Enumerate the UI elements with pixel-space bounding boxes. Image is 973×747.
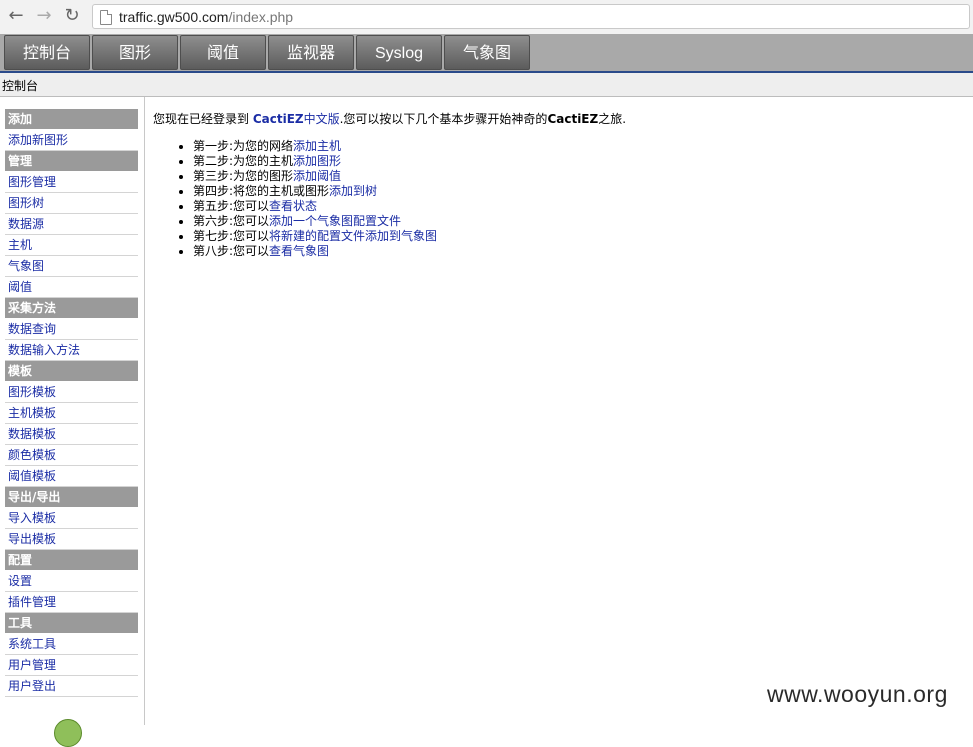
sidebar-item[interactable]: 阈值 [5,277,138,298]
step-item: 第七步:您可以将新建的配置文件添加到气象图 [193,229,626,244]
step-link[interactable]: 添加图形 [293,154,341,168]
tab-monitor[interactable]: 监视器 [268,35,354,70]
sidebar-item[interactable]: 颜色模板 [5,445,138,466]
sidebar-section-header: 采集方法 [5,298,138,318]
step-item: 第三步:为您的图形添加阈值 [193,169,626,184]
breadcrumb-label: 控制台 [2,79,39,93]
intro-text: 您现在已经登录到 CactiEZ中文版.您可以按以下几个基本步骤开始神奇的Cac… [153,112,627,126]
tab-syslog[interactable]: Syslog [356,35,442,70]
step-item: 第五步:您可以查看状态 [193,199,626,214]
sidebar-item[interactable]: 导入模板 [5,508,138,529]
breadcrumb: 控制台 [0,73,973,97]
sidebar-item[interactable]: 阈值模板 [5,466,138,487]
step-link[interactable]: 添加一个气象图配置文件 [269,214,401,228]
sidebar-item[interactable]: 图形树 [5,193,138,214]
step-link[interactable]: 将新建的配置文件添加到气象图 [269,229,437,243]
sidebar-item[interactable]: 导出模板 [5,529,138,550]
step-link[interactable]: 添加到树 [329,184,377,198]
step-link[interactable]: 查看状态 [269,199,317,213]
tab-graphs[interactable]: 图形 [92,35,178,70]
sidebar-section-header: 导出/导出 [5,487,138,507]
watermark: www.wooyun.org [767,681,948,707]
sidebar: 添加 添加新图形 管理 图形管理 图形树 数据源 主机 气象图 阈值 采集方法 数据查询 数据输入方法… [0,97,145,747]
step-item: 第四步:将您的主机或图形添加到树 [193,184,626,199]
step-text: 第五步:您可以 [193,199,270,213]
sidebar-item[interactable]: 图形管理 [5,172,138,193]
sidebar-item[interactable]: 主机 [5,235,138,256]
step-text: 第一步:为您的网络 [193,139,294,153]
step-link[interactable]: 添加主机 [293,139,341,153]
step-text: 第二步:为您的主机 [193,154,294,168]
sidebar-item[interactable]: 设置 [5,571,138,592]
sidebar-section-header: 工具 [5,613,138,633]
sidebar-item[interactable]: 数据源 [5,214,138,235]
sidebar-item[interactable]: 添加新图形 [5,130,138,151]
brand-link[interactable]: CactiEZ中文版 [253,112,340,126]
top-nav: 控制台 图形 阈值 监视器 Syslog 气象图 [0,34,973,71]
sidebar-item[interactable]: 数据输入方法 [5,340,138,361]
step-item: 第一步:为您的网络添加主机 [193,139,626,154]
sidebar-section-header: 管理 [5,151,138,171]
step-text: 第六步:您可以 [193,214,270,228]
tab-thresholds[interactable]: 阈值 [180,35,266,70]
step-text: 第三步:为您的图形 [193,169,294,183]
sidebar-item[interactable]: 数据查询 [5,319,138,340]
tab-console[interactable]: 控制台 [4,35,90,70]
sidebar-menu: 添加 添加新图形 管理 图形管理 图形树 数据源 主机 气象图 阈值 采集方法 数据查询 数据输入方法… [5,109,138,697]
sidebar-section-header: 添加 [5,109,138,129]
sidebar-section-header: 模板 [5,361,138,381]
address-bar[interactable]: traffic.gw500.com/index.php [92,4,970,29]
sidebar-item[interactable]: 用户管理 [5,655,138,676]
step-link[interactable]: 添加阈值 [293,169,341,183]
back-icon[interactable]: ← [6,6,26,26]
sidebar-item[interactable]: 系统工具 [5,634,138,655]
step-text: 第四步:将您的主机或图形 [193,184,330,198]
page-icon [100,10,112,25]
sidebar-item[interactable]: 插件管理 [5,592,138,613]
step-text: 第八步:您可以 [193,244,270,258]
url-text[interactable]: traffic.gw500.com/index.php [119,9,293,25]
sidebar-item[interactable]: 主机模板 [5,403,138,424]
step-item: 第八步:您可以查看气象图 [193,244,626,259]
browser-toolbar: ← → ↻ traffic.gw500.com/index.php [0,0,973,35]
sidebar-item[interactable]: 图形模板 [5,382,138,403]
sidebar-item[interactable]: 用户登出 [5,676,138,697]
step-item: 第二步:为您的主机添加图形 [193,154,626,169]
tab-weathermap[interactable]: 气象图 [444,35,530,70]
step-link[interactable]: 查看气象图 [269,244,329,258]
reload-icon[interactable]: ↻ [62,6,82,26]
step-item: 第六步:您可以添加一个气象图配置文件 [193,214,626,229]
cacti-logo [54,719,82,747]
forward-icon[interactable]: → [34,6,54,26]
step-text: 第七步:您可以 [193,229,270,243]
sidebar-item[interactable]: 数据模板 [5,424,138,445]
main-content: 您现在已经登录到 CactiEZ中文版.您可以按以下几个基本步骤开始神奇的Cac… [153,110,626,259]
sidebar-item[interactable]: 气象图 [5,256,138,277]
sidebar-section-header: 配置 [5,550,138,570]
steps-list: 第一步:为您的网络添加主机第二步:为您的主机添加图形第三步:为您的图形添加阈值第… [153,139,626,259]
